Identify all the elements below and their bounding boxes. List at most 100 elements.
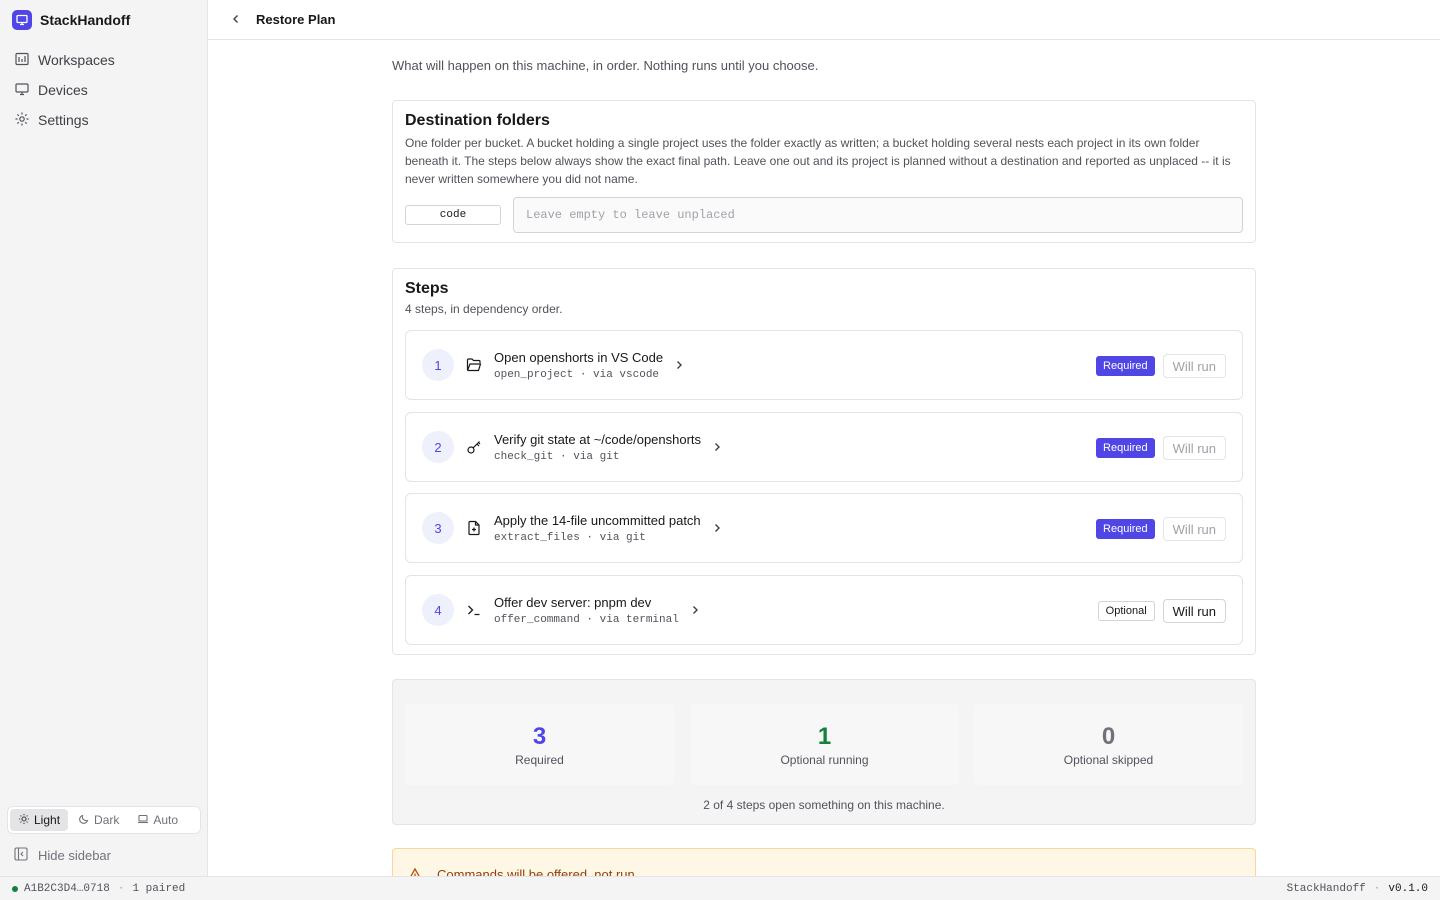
destination-description: One folder per bucket. A bucket holding … <box>405 136 1231 186</box>
workspaces-icon <box>14 51 30 70</box>
terminal-icon <box>464 600 484 620</box>
step-text: Open openshorts in VS Code open_project … <box>494 350 663 381</box>
required-badge: Required <box>1096 519 1155 539</box>
required-badge: Required <box>1096 438 1155 458</box>
sidebar-item-settings[interactable]: Settings <box>0 105 207 135</box>
step-meta: extract_files · via git <box>494 531 646 544</box>
step-meta: open_project · via vscode <box>494 368 660 381</box>
chevron-right-icon[interactable] <box>673 359 685 371</box>
stat-label: Optional skipped <box>1063 752 1154 767</box>
step-title: Verify git state at ~/code/openshorts <box>494 431 702 447</box>
theme-switch: Light Dark Auto <box>7 806 201 834</box>
step-title: Open openshorts in VS Code <box>494 349 664 365</box>
gear-icon <box>14 111 30 130</box>
step-row[interactable]: 4 Offer dev server: pnpm dev offer_comma… <box>405 575 1243 645</box>
status-bar: A1B2C3D4…0718 · 1 paired StackHandoff · … <box>0 876 1440 900</box>
destination-title: Destination folders <box>405 112 550 129</box>
step-row[interactable]: 1 Open openshorts in VS Code open_projec… <box>405 330 1243 400</box>
chevron-right-icon[interactable] <box>711 522 723 534</box>
theme-option-light[interactable]: Light <box>10 809 69 831</box>
chevron-left-icon <box>230 12 242 28</box>
warning-icon <box>407 867 423 876</box>
stat-value: 3 <box>532 722 547 750</box>
paired-count: 1 paired <box>132 882 186 895</box>
sun-icon <box>18 813 30 828</box>
summary-card: 3 Required 1 Optional running 0 Optional… <box>392 679 1256 825</box>
laptop-icon <box>137 813 149 828</box>
chevron-right-icon[interactable] <box>689 604 701 616</box>
step-title: Apply the 14-file uncommitted patch <box>494 512 701 528</box>
folder-open-icon <box>464 355 484 375</box>
stat-label: Required <box>515 752 564 767</box>
brand: StackHandoff <box>0 0 207 40</box>
connection-status-dot <box>12 885 18 892</box>
step-actions: Optional Will run <box>1097 599 1226 623</box>
summary-note: 2 of 4 steps open something on this mach… <box>703 798 945 812</box>
status-left: A1B2C3D4…0718 · 1 paired <box>24 883 185 895</box>
step-text: Offer dev server: pnpm dev offer_command… <box>494 595 679 626</box>
stat-value: 0 <box>1101 722 1116 750</box>
theme-option-dark[interactable]: Dark <box>70 809 127 831</box>
app-name: StackHandoff <box>40 12 131 28</box>
separator: · <box>1373 882 1381 895</box>
app-logo-icon <box>12 10 32 30</box>
back-button[interactable] <box>226 10 246 30</box>
step-title: Offer dev server: pnpm dev <box>494 594 652 610</box>
intro-text: What will happen on this machine, in ord… <box>392 58 819 73</box>
destination-row: code <box>405 197 1243 233</box>
theme-option-auto[interactable]: Auto <box>129 809 186 831</box>
will-run-button[interactable]: Will run <box>1162 517 1226 541</box>
step-meta: offer_command · via terminal <box>494 613 679 626</box>
step-row[interactable]: 2 Verify git state at ~/code/openshorts … <box>405 412 1243 482</box>
step-actions: Required Will run <box>1096 354 1226 378</box>
step-number: 4 <box>422 594 454 626</box>
sidebar: StackHandoff Workspaces Devices Settings <box>0 0 208 876</box>
step-number: 1 <box>422 349 454 381</box>
will-run-button[interactable]: Will run <box>1162 436 1226 460</box>
required-badge: Required <box>1096 356 1155 376</box>
page-header: Restore Plan <box>208 0 1440 40</box>
stat-optional-skipped: 0 Optional skipped <box>974 704 1243 785</box>
key-icon <box>464 437 484 457</box>
page-title: Restore Plan <box>256 12 336 27</box>
optional-badge: Optional <box>1097 601 1155 621</box>
separator: · <box>117 882 125 895</box>
step-row[interactable]: 3 Apply the 14-file uncommitted patch ex… <box>405 493 1243 563</box>
will-run-button[interactable]: Will run <box>1162 354 1226 378</box>
main-content: What will happen on this machine, in ord… <box>208 40 1440 876</box>
sidebar-item-label: Settings <box>38 112 89 128</box>
step-actions: Required Will run <box>1096 436 1226 460</box>
steps-card: Steps 4 steps, in dependency order. 1 Op… <box>392 268 1256 655</box>
device-id: A1B2C3D4…0718 <box>24 882 110 895</box>
bucket-tag: code <box>405 205 501 225</box>
destination-folders-card: Destination folders One folder per bucke… <box>392 100 1256 243</box>
steps-subtitle: 4 steps, in dependency order. <box>405 302 563 316</box>
step-meta: check_git · via git <box>494 450 620 463</box>
sidebar-item-workspaces[interactable]: Workspaces <box>0 45 207 75</box>
step-number: 3 <box>422 512 454 544</box>
file-patch-icon <box>464 518 484 538</box>
warning-text: Commands will be offered, not run. <box>437 867 639 876</box>
stat-label: Optional running <box>780 752 869 767</box>
will-run-button[interactable]: Will run <box>1162 599 1226 623</box>
step-text: Verify git state at ~/code/openshorts ch… <box>494 432 701 463</box>
hide-sidebar-button[interactable]: Hide sidebar <box>14 846 111 864</box>
step-text: Apply the 14-file uncommitted patch extr… <box>494 513 701 544</box>
sidebar-collapse-icon <box>14 846 28 864</box>
stat-optional-running: 1 Optional running <box>690 704 959 785</box>
monitor-icon <box>14 81 30 100</box>
status-right: StackHandoff · v0.1.0 <box>1287 883 1428 895</box>
steps-title: Steps <box>405 280 449 297</box>
status-app-name: StackHandoff <box>1286 882 1366 895</box>
moon-icon <box>78 813 90 828</box>
sidebar-item-devices[interactable]: Devices <box>0 75 207 105</box>
step-number: 2 <box>422 431 454 463</box>
sidebar-nav: Workspaces Devices Settings <box>0 40 207 135</box>
stat-required: 3 Required <box>405 704 674 785</box>
chevron-right-icon[interactable] <box>711 441 723 453</box>
destination-folder-input[interactable] <box>513 197 1243 233</box>
sidebar-item-label: Workspaces <box>38 52 115 68</box>
commands-warning: Commands will be offered, not run. <box>392 848 1256 876</box>
app-version: v0.1.0 <box>1388 882 1428 895</box>
sidebar-item-label: Devices <box>38 82 88 98</box>
